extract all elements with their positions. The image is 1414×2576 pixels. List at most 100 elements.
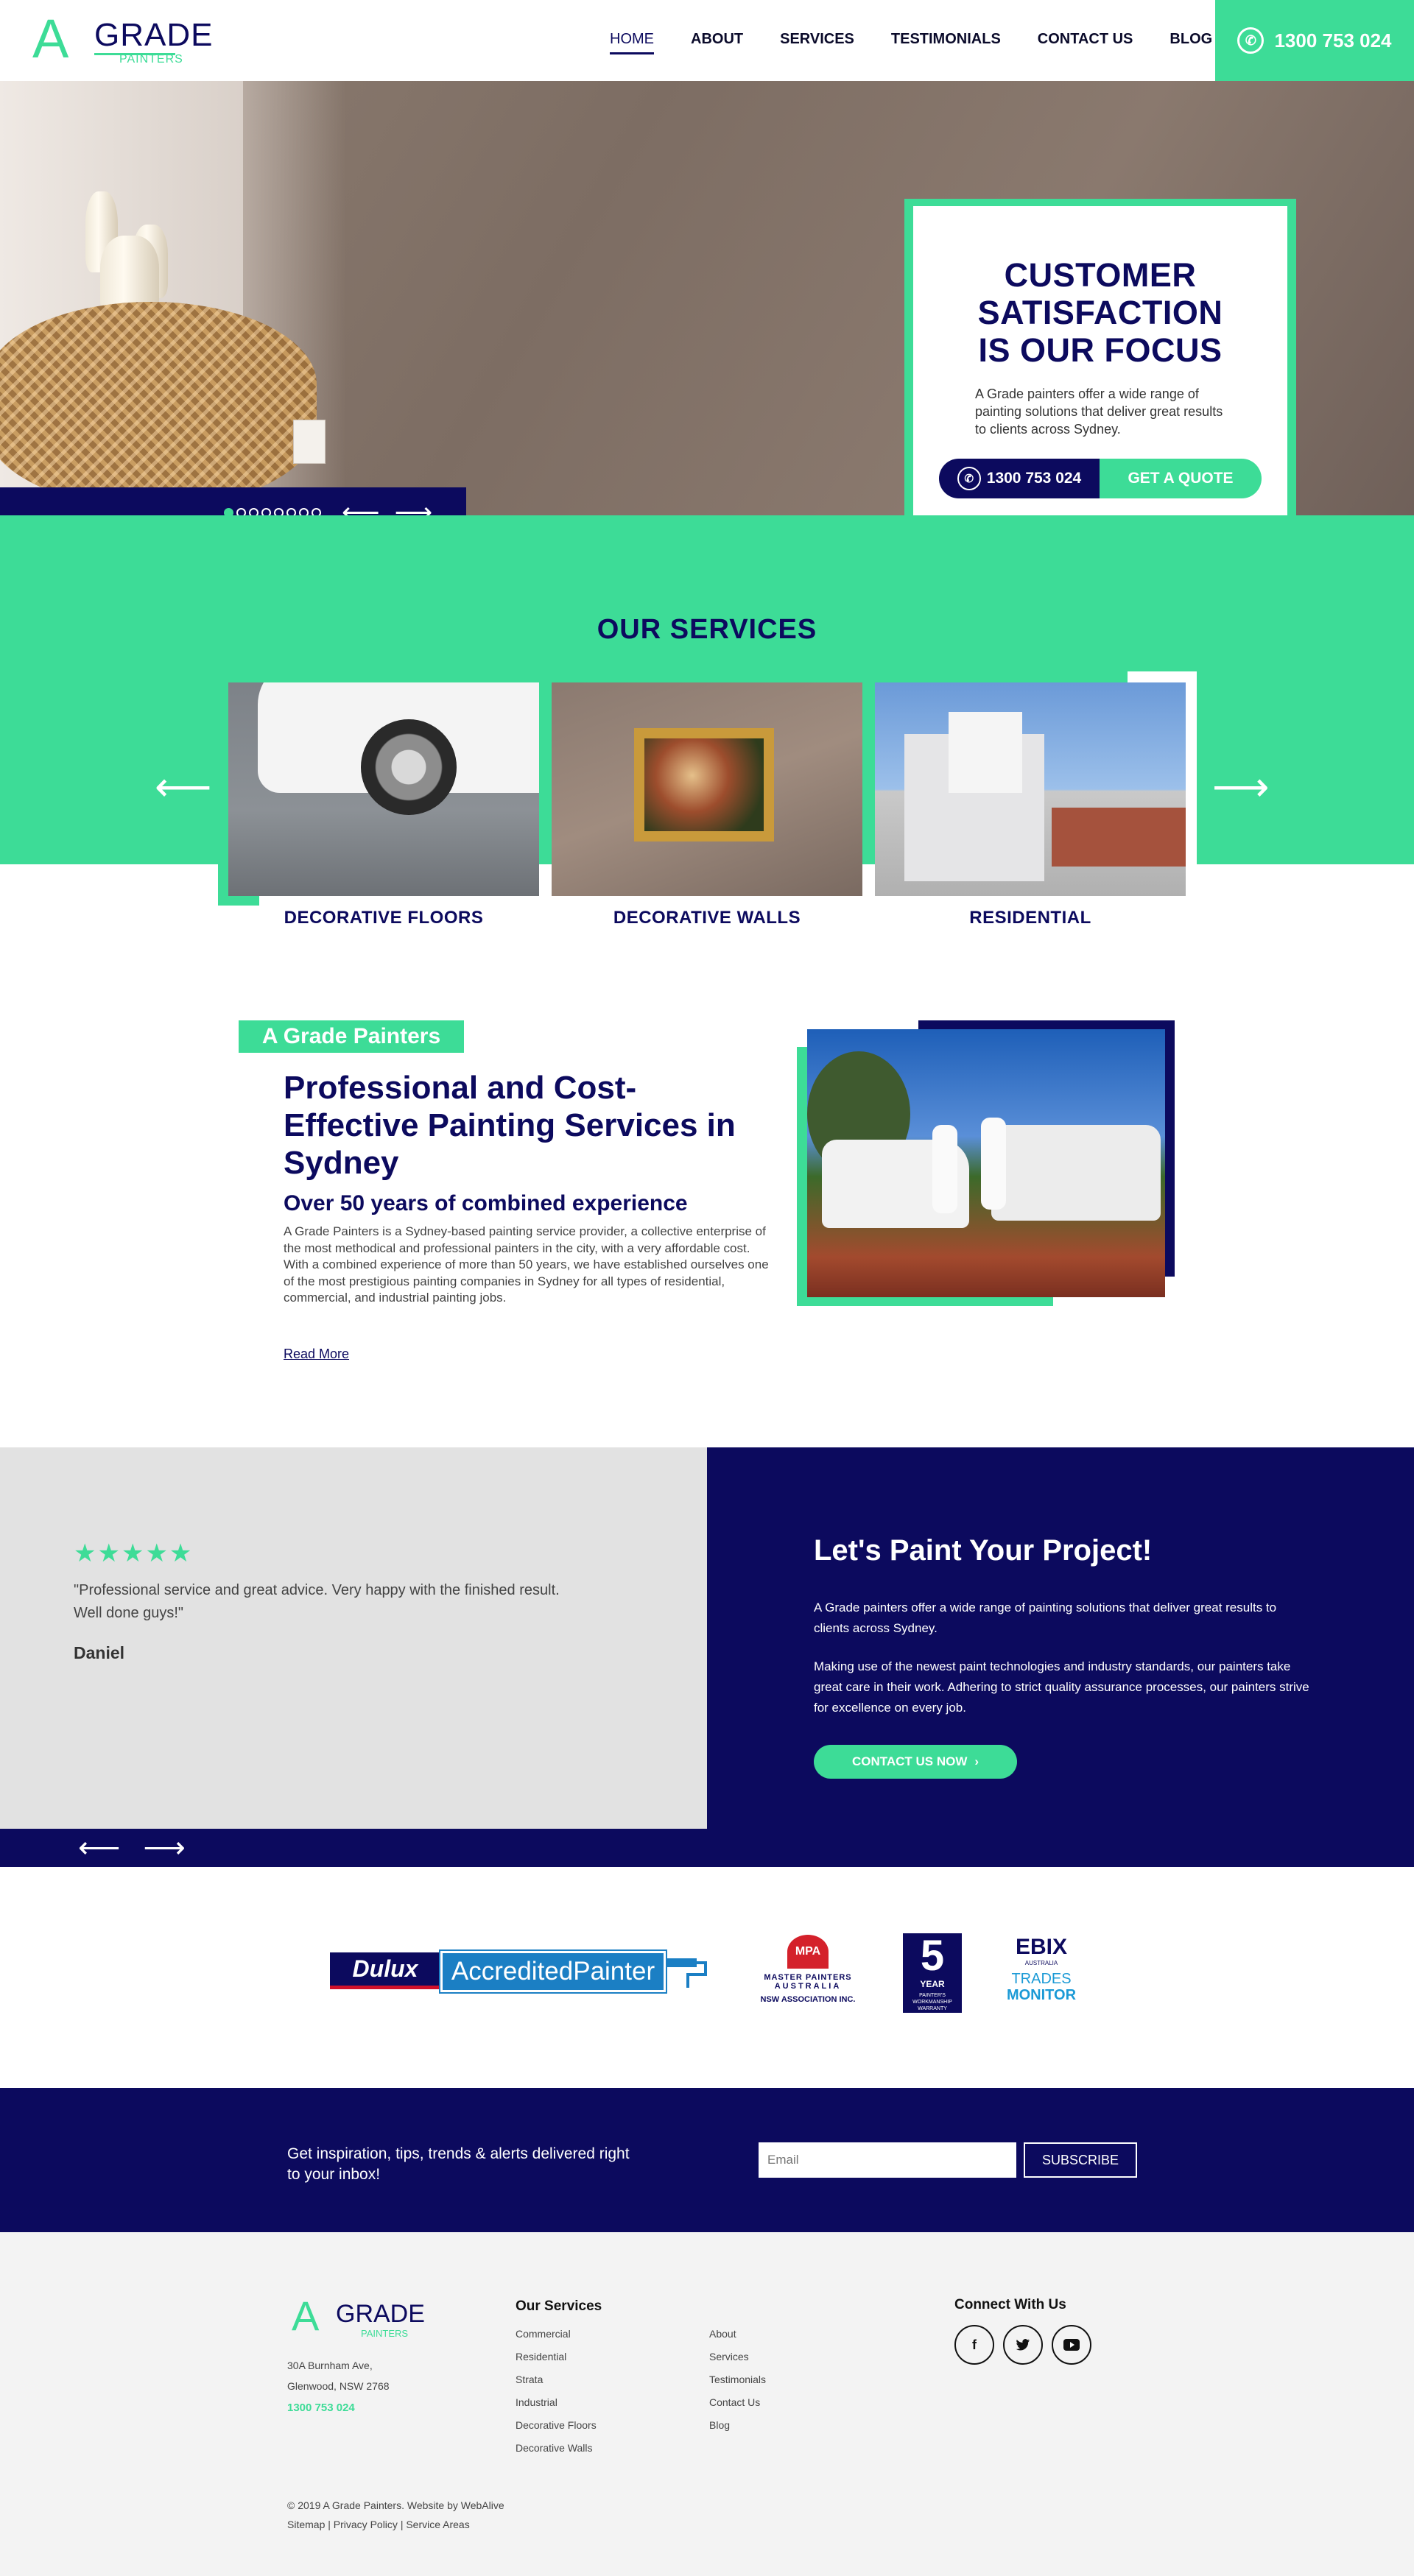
mpa-line3: NSW ASSOCIATION INC. [760,1995,856,2004]
facebook-icon[interactable]: f [954,2325,994,2365]
read-more-link[interactable]: Read More [284,1347,349,1362]
contact-us-now-button[interactable]: CONTACT US NOW › [814,1745,1017,1779]
arrow-left-icon[interactable]: ⟵ [155,767,211,807]
footer-link-services[interactable]: Services [709,2346,749,2368]
hero-text: A Grade painters offer a wide range of p… [975,387,1223,437]
footer-service-link[interactable]: Industrial [516,2391,557,2413]
about-body: A Grade Painters is a Sydney-based paint… [284,1224,769,1305]
header-phone-number: 1300 753 024 [1274,29,1392,52]
hero-basket [0,302,317,508]
footer-service-link[interactable]: Decorative Floors [516,2414,597,2436]
project-text-1: A Grade painters offer a wide range of p… [814,1601,1277,1635]
sitemap-link[interactable]: Sitemap [287,2519,325,2530]
photo-painter [932,1125,957,1213]
nav-about[interactable]: ABOUT [691,31,743,54]
footer-link-blog[interactable]: Blog [709,2414,730,2436]
service-areas-link[interactable]: Service Areas [406,2519,469,2530]
about-team-photo [807,1029,1165,1297]
master-painters-logo: MPA MASTER PAINTERS AUSTRALIA NSW ASSOCI… [751,1935,865,2011]
ebix-text: EBIX [1015,1935,1068,1959]
logo-a: A [32,8,69,69]
photo-painter [981,1118,1006,1210]
testimonial-quote: "Professional service and great advice. … [74,1582,560,1621]
hero-card: CUSTOMER SATISFACTION IS OUR FOCUS A Gra… [913,206,1287,543]
footer-logo-grade: GRADE [336,2300,425,2328]
ebix-trades-monitor-logo: EBIX AUSTRALIA TRADES MONITOR [1005,1935,1078,2011]
site-header: A GRADE PAINTERS HOME ABOUT SERVICES TES… [0,0,1414,81]
mpa-line1: MASTER PAINTERS [764,1973,852,1982]
service-image-floors[interactable] [228,682,539,896]
accredited-painter-logo: AccreditedPainter [439,1949,667,1994]
ebix-sub: AUSTRALIA [1024,1960,1058,1966]
services-title: OUR SERVICES [597,614,817,645]
arrow-right-icon[interactable]: ⟶ [1212,767,1269,807]
newsletter-section [0,2088,1414,2232]
service-label-walls[interactable]: DECORATIVE WALLS [552,908,862,928]
nav-contact-us[interactable]: CONTACT US [1038,31,1133,54]
testimonial-arrows: ⟵ ⟶ [78,1833,186,1863]
star-rating-icon: ★★★★★ [74,1539,194,1567]
service-image-walls[interactable] [552,682,862,896]
subscribe-button[interactable]: SUBSCRIBE [1024,2142,1137,2178]
logo-grade: GRADE [94,17,214,53]
warranty-year: YEAR [920,1979,945,1989]
service-label-residential[interactable]: RESIDENTIAL [875,908,1186,928]
project-title: Let's Paint Your Project! [814,1534,1153,1567]
arrow-right-icon[interactable]: ⟶ [143,1832,185,1864]
testimonial-author: Daniel [74,1643,125,1662]
nav-services[interactable]: SERVICES [780,31,854,54]
dulux-logo: Dulux [330,1952,440,1989]
hero-title: CUSTOMER SATISFACTION IS OUR FOCUS [977,256,1223,369]
monitor-text: MONITOR [1006,1987,1077,2003]
car-wheel [361,719,457,815]
newsletter-text: Get inspiration, tips, trends & alerts d… [287,2145,630,2183]
footer-logo[interactable]: A GRADE PAINTERS [287,2296,435,2340]
about-heading: Professional and Cost-Effective Painting… [284,1070,736,1181]
footer-bottom: © 2019 A Grade Painters. Website by WebA… [287,2496,504,2534]
phone-icon: ✆ [1237,27,1264,54]
testimonial-section [0,1447,707,1829]
get-quote-button[interactable]: GET A QUOTE [1100,459,1262,498]
house-tower [949,712,1022,793]
twitter-icon[interactable] [1003,2325,1043,2365]
header-phone-button[interactable]: ✆ 1300 753 024 [1215,0,1414,81]
footer-service-link[interactable]: Strata [516,2368,543,2390]
footer-service-link[interactable]: Decorative Walls [516,2437,593,2459]
warranty-number: 5 [920,1932,945,1980]
footer-link-contact[interactable]: Contact Us [709,2391,760,2413]
service-image-residential[interactable] [875,682,1186,896]
youtube-icon[interactable] [1052,2325,1091,2365]
contact-us-now-label: CONTACT US NOW [851,1754,968,1768]
painting-frame [634,728,774,841]
main-nav: HOME ABOUT SERVICES TESTIMONIALS CONTACT… [610,31,1249,54]
hero-cta: ✆ 1300 753 024 GET A QUOTE [939,459,1262,498]
privacy-policy-link[interactable]: Privacy Policy [334,2519,398,2530]
site-footer [0,2232,1414,2576]
warranty-sub: PAINTER'S WORKMANSHIP WARRANTY [912,1993,952,2011]
footer-connect-title: Connect With Us [954,2297,1066,2312]
about-tag: A Grade Painters [239,1020,464,1053]
arrow-left-icon[interactable]: ⟵ [78,1832,120,1864]
footer-service-link[interactable]: Commercial [516,2323,571,2345]
copyright-text: © 2019 A Grade Painters. Website by WebA… [287,2499,504,2511]
email-input[interactable] [759,2142,1016,2178]
nav-home[interactable]: HOME [610,31,654,54]
paint-roller-icon [666,1955,714,1994]
nav-blog[interactable]: BLOG [1169,31,1212,54]
footer-phone[interactable]: 1300 753 024 [287,2402,355,2414]
about-subheading: Over 50 years of combined experience [284,1191,688,1215]
footer-service-link[interactable]: Residential [516,2346,566,2368]
footer-link-about[interactable]: About [709,2323,736,2345]
project-section: Let's Paint Your Project! A Grade painte… [707,1447,1414,1867]
footer-logo-a: A [292,2293,320,2339]
service-label-floors[interactable]: DECORATIVE FLOORS [228,908,539,928]
footer-link-testimonials[interactable]: Testimonials [709,2368,766,2390]
project-text-2: Making use of the newest paint technolog… [814,1659,1309,1715]
footer-address-2: Glenwood, NSW 2768 [287,2380,390,2392]
hero-phone-button[interactable]: ✆ 1300 753 024 [939,459,1100,498]
logo[interactable]: A GRADE PAINTERS [27,8,212,71]
house-roof [1052,808,1186,867]
nav-testimonials[interactable]: TESTIMONIALS [891,31,1001,54]
divider: | [328,2519,334,2530]
hero-phone-label: 1300 753 024 [986,470,1082,487]
